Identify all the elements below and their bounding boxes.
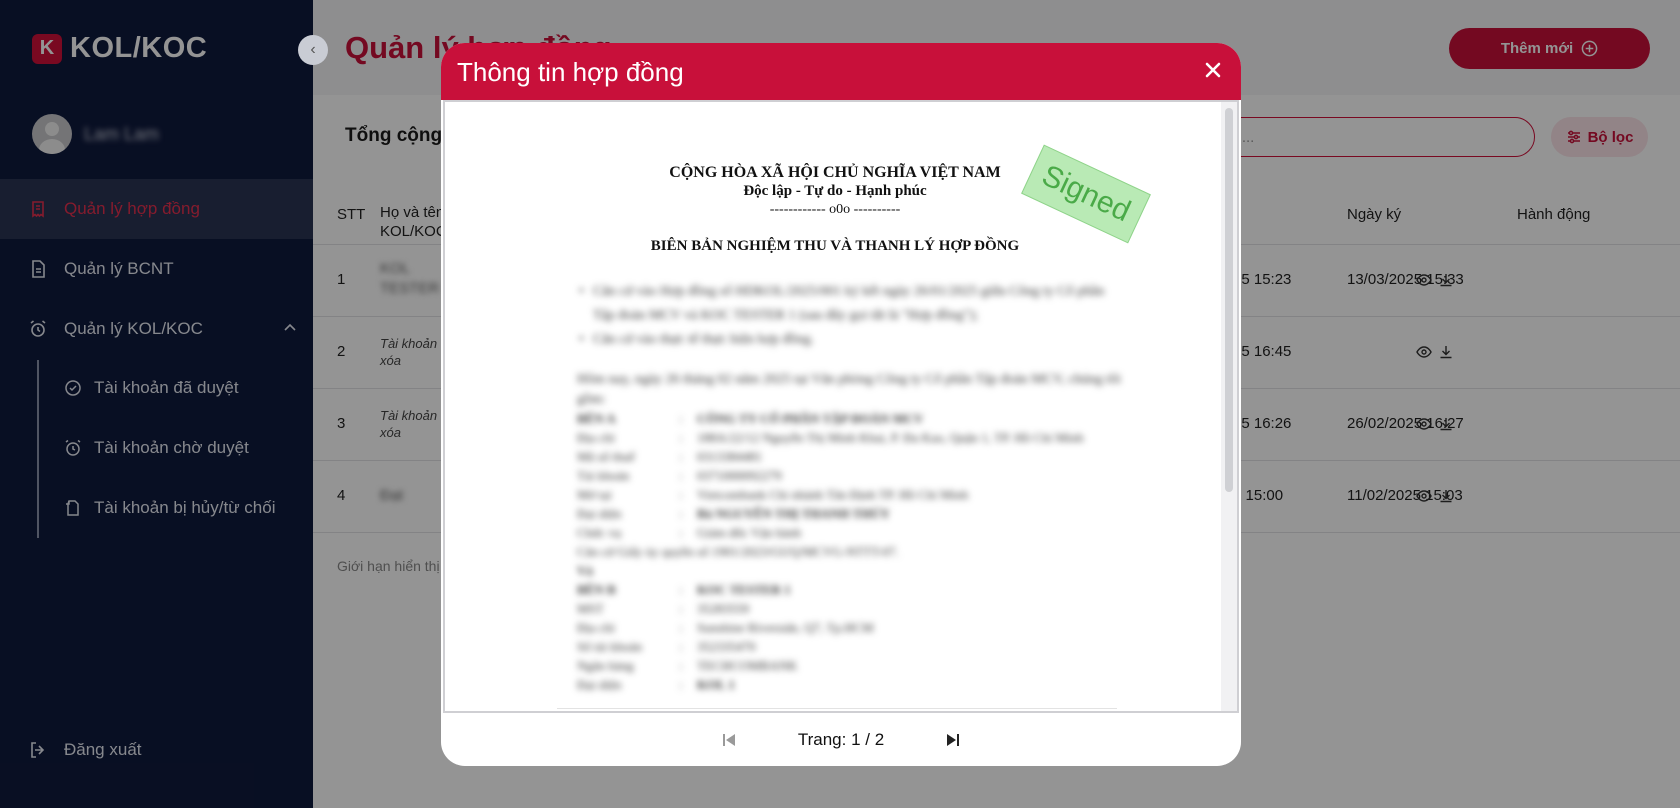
document-page: CỘNG HÒA XÃ HỘI CHỦ NGHĨA VIỆT NAM Độc l… xyxy=(445,102,1225,711)
collapse-sidebar-button[interactable]: ‹ xyxy=(298,35,328,65)
close-icon[interactable] xyxy=(1201,58,1225,82)
last-page-icon[interactable] xyxy=(944,731,962,749)
doc-field: Tài khoản:0371000092279 xyxy=(577,468,782,483)
doc-field: Chức vụ: Giám đốc Vận hành xyxy=(577,525,802,540)
doc-field: Địa chỉ: Sunshine Riverside, Q7, Tp.HCM xyxy=(577,620,874,635)
scrollbar-thumb[interactable] xyxy=(1225,108,1233,492)
page-indicator: Trang: 1 / 2 xyxy=(797,729,885,749)
doc-page-edge xyxy=(557,708,1117,709)
doc-auth-line: Căn cứ Giấy ủy quyền số 1901/2023/GUQ/MC… xyxy=(577,544,899,559)
doc-field: Ngân hàng: TECHCOMBANK xyxy=(577,658,798,673)
signed-stamp: Signed xyxy=(1021,144,1151,244)
doc-bullet: Căn cứ vào thực tế thực hiện hợp đồng. xyxy=(579,328,1113,352)
document-viewer[interactable]: CỘNG HÒA XÃ HỘI CHỦ NGHĨA VIỆT NAM Độc l… xyxy=(443,100,1239,713)
doc-field: Mã số thuế:0313384481 xyxy=(577,449,762,464)
doc-field: Đại diện: KOL 1 xyxy=(577,677,735,692)
doc-field: Mở tại: Vietcombank Chi nhánh Tân Định TP… xyxy=(577,487,969,502)
doc-field: Số tài khoản:352335470 xyxy=(577,639,756,654)
doc-field: BÊN B: KOC TESTER 1 xyxy=(577,582,791,597)
doc-bullet: Căn cứ vào Hợp đồng số HDKOL/2025/001 ký… xyxy=(579,280,1113,328)
doc-field: Địa chỉ:188A/22/12 Nguyễn Thị Minh Khai,… xyxy=(577,430,1084,445)
doc-and: Và xyxy=(577,563,593,578)
contract-info-modal: Thông tin hợp đồng CỘNG HÒA XÃ HỘI CHỦ N… xyxy=(441,43,1241,766)
modal-header: Thông tin hợp đồng xyxy=(441,43,1241,100)
doc-field: MST:35283559 xyxy=(577,601,749,616)
doc-field: BÊN A: CÔNG TY CỔ PHẦN TẬP ĐOÀN MCV xyxy=(577,411,924,426)
doc-field: Đại diện: Bà NGUYỄN THỊ THANH THÚY xyxy=(577,506,890,521)
first-page-icon[interactable] xyxy=(720,731,738,749)
scrollbar-track[interactable] xyxy=(1221,102,1237,711)
pagination: Trang: 1 / 2 xyxy=(441,713,1241,766)
modal-title: Thông tin hợp đồng xyxy=(457,57,684,87)
doc-title: BIÊN BẢN NGHIỆM THU VÀ THANH LÝ HỢP ĐỒNG xyxy=(650,238,1020,254)
doc-intro: Hôm nay, ngày 26 tháng 02 năm 2025 tại V… xyxy=(577,372,1121,407)
